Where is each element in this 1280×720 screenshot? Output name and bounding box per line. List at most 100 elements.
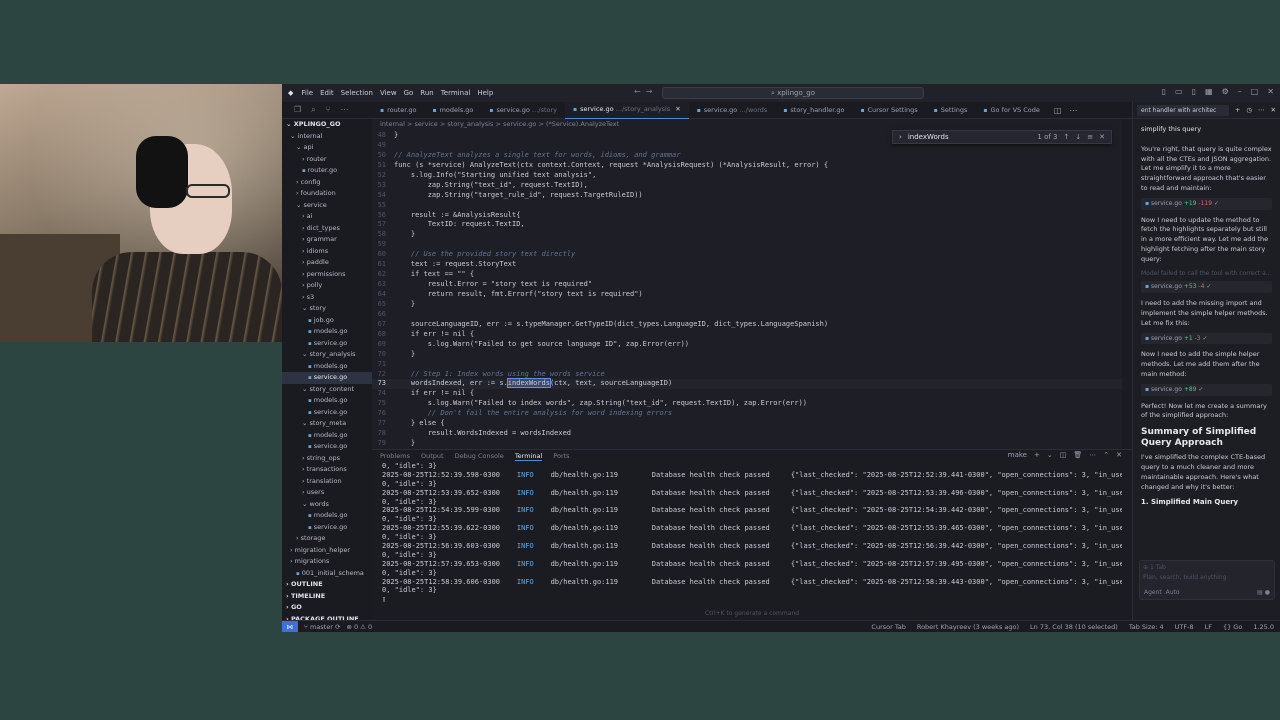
tree-file[interactable]: ▪ service.go [282,407,372,419]
tree-folder[interactable]: › foundation [282,188,372,200]
tree-folder[interactable]: › polly [282,280,372,292]
code-line[interactable]: 67 sourceLanguageID, err := s.typeManage… [372,320,1122,330]
editor-tab[interactable]: ▪ story_handler.go [775,102,852,119]
chat-tab-title[interactable]: ent handler with architec [1137,104,1229,116]
more-views-icon[interactable]: ⋯ [340,105,348,115]
code-line[interactable]: 64 return result, fmt.Errorf("story text… [372,290,1122,300]
toggle-sidebar-icon[interactable]: ▯ [1162,87,1166,96]
panel-tab-ports[interactable]: Ports [553,452,569,460]
code-line[interactable]: 69 s.log.Warn("Failed to get source lang… [372,340,1122,350]
add-terminal-icon[interactable]: + [1034,451,1040,459]
code-line[interactable]: 61 text := request.StoryText [372,260,1122,270]
code-line[interactable]: 54 zap.String("target_rule_id", request.… [372,191,1122,201]
tree-folder[interactable]: › migration_helper [282,545,372,557]
editor-tab[interactable]: ▪ router.go [372,102,425,119]
close-panel-icon[interactable]: ✕ [1116,451,1122,459]
status-item[interactable]: LF [1205,623,1212,631]
sync-icon[interactable]: ⟳ [335,623,340,631]
file-change-chip[interactable]: ▪ service.go +19 -119 ✓ [1141,197,1272,210]
settings-gear-icon[interactable]: ⚙ [1222,87,1229,96]
tree-file[interactable]: ▪ service.go [282,372,372,384]
tree-folder[interactable]: › users [282,487,372,499]
code-line[interactable]: 72 // Step 1: Index words using the word… [372,370,1122,380]
tree-folder[interactable]: › translation [282,476,372,488]
tree-folder[interactable]: › permissions [282,269,372,281]
context-tab-chip[interactable]: ⊕ 1 Tab [1143,564,1271,571]
close-tab-icon[interactable]: ✕ [675,101,680,118]
breadcrumb[interactable]: internal > service > story_analysis > se… [372,119,1132,129]
tree-folder[interactable]: › grammar [282,234,372,246]
code-line[interactable]: 71 [372,360,1122,370]
find-input[interactable]: indexWords [908,133,1032,141]
file-change-chip[interactable]: ▪ service.go +53 -4 ✓ [1141,281,1272,294]
split-terminal-icon[interactable]: ◫ [1060,451,1067,459]
tree-folder[interactable]: › config [282,177,372,189]
tree-file[interactable]: ▪ job.go [282,315,372,327]
previous-match-icon[interactable]: ↑ [1064,133,1070,141]
code-line[interactable]: 52 s.log.Info("Starting unified text ana… [372,171,1122,181]
toggle-panel-icon[interactable]: ▭ [1175,87,1183,96]
code-line[interactable]: 53 zap.String("text_id", request.TextID)… [372,181,1122,191]
more-actions-icon[interactable]: ⋯ [1069,106,1077,115]
explorer-root[interactable]: ⌄ XPLINGO_GO [282,119,372,131]
status-item[interactable]: Ln 73, Col 38 (10 selected) [1030,623,1118,631]
code-line[interactable]: 62 if text == "" { [372,270,1122,280]
panel-more-icon[interactable]: ⋯ [1089,451,1096,459]
tree-folder[interactable]: › paddle [282,257,372,269]
code-line[interactable]: 70 } [372,350,1122,360]
sidebar-section-go[interactable]: › GO [282,602,372,614]
menu-item-terminal[interactable]: Terminal [441,89,471,97]
editor-tab[interactable]: ▪ Go for VS Code [975,102,1047,119]
code-line[interactable]: 66 [372,310,1122,320]
code-line[interactable]: 68 if err != nil { [372,330,1122,340]
tree-folder[interactable]: › dict_types [282,223,372,235]
tree-file[interactable]: ▪ models.go [282,395,372,407]
code-line[interactable]: 57 TextID: request.TextID, [372,220,1122,230]
code-area[interactable]: 48} 49 50 // AnalyzeText analyzes a single … [372,131,1122,449]
code-line[interactable]: 60 // Use the provided story text direct… [372,250,1122,260]
status-item[interactable]: Cursor Tab [871,623,905,631]
code-line[interactable]: 76 // Don't fail the entire analysis for… [372,409,1122,419]
code-line[interactable]: 65 } [372,300,1122,310]
code-line[interactable]: 77 } else { [372,419,1122,429]
close-chat-icon[interactable]: ✕ [1271,106,1276,114]
menu-item-selection[interactable]: Selection [341,89,373,97]
maximize-panel-icon[interactable]: ⌃ [1103,451,1109,459]
code-line[interactable]: 56 result := &AnalysisResult{ [372,211,1122,221]
editor-tab[interactable]: ▪ Settings [926,102,976,119]
tree-folder[interactable]: ⌄ story_meta [282,418,372,430]
tree-file[interactable]: ▪ models.go [282,361,372,373]
code-line[interactable]: 55 [372,201,1122,211]
tree-file[interactable]: ▪ 001_initial_schema [282,568,372,580]
chat-more-icon[interactable]: ⋯ [1258,106,1265,114]
chevron-right-icon[interactable]: › [899,133,902,141]
image-attach-icon[interactable]: ▤ [1257,589,1263,596]
tree-folder[interactable]: › migrations [282,556,372,568]
menu-item-file[interactable]: File [301,89,313,97]
tree-file[interactable]: ▪ models.go [282,326,372,338]
code-line[interactable]: 75 s.log.Warn("Failed to index words", z… [372,399,1122,409]
status-item[interactable]: Tab Size: 4 [1129,623,1164,631]
mode-selector[interactable]: Agent [1144,589,1162,596]
file-change-chip[interactable]: ▪ service.go +89 ✓ [1141,383,1272,396]
menu-item-view[interactable]: View [380,89,397,97]
minimize-icon[interactable]: – [1238,87,1242,96]
search-view-icon[interactable]: ⌕ [311,105,315,115]
forward-icon[interactable]: → [646,87,653,96]
tree-file[interactable]: ▪ models.go [282,510,372,522]
sidebar-section-outline[interactable]: › OUTLINE [282,579,372,591]
chat-input[interactable]: ⊕ 1 Tab Plan, search, build anything Age… [1139,560,1275,600]
status-item[interactable]: {} Go [1223,623,1242,631]
code-line[interactable]: 59 [372,240,1122,250]
panel-tab-output[interactable]: Output [421,452,444,460]
tree-folder[interactable]: ⌄ internal [282,131,372,143]
close-window-icon[interactable]: ✕ [1267,87,1274,96]
minimap[interactable] [1122,119,1132,449]
branch-status[interactable]: ⑂ master ⟳ [304,623,340,631]
terminal-dropdown-icon[interactable]: ⌄ [1047,451,1053,459]
code-line[interactable]: 79 } [372,439,1122,449]
tree-folder[interactable]: ⌄ words [282,499,372,511]
editor-tab[interactable]: ▪ models.go [425,102,482,119]
tree-file[interactable]: ▪ models.go [282,430,372,442]
remote-indicator-icon[interactable]: ⋈ [282,620,298,632]
